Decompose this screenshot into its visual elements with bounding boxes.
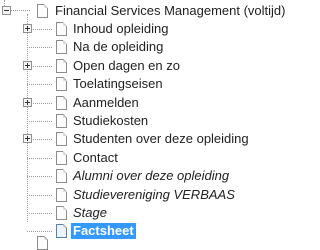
tree-root-label[interactable]: Financial Services Management (voltijd) <box>55 3 285 19</box>
expand-icon[interactable] <box>23 97 32 107</box>
tree-guide-line <box>27 213 52 214</box>
tree-node-label[interactable]: Inhoud opleiding <box>73 21 168 37</box>
page-icon <box>37 236 48 250</box>
tree-node[interactable]: Studenten over deze opleiding <box>0 130 291 148</box>
tree-node-label[interactable]: Na de opleiding <box>73 39 163 55</box>
page-icon <box>56 150 67 165</box>
tree-guide-line <box>27 47 52 49</box>
tree-node[interactable]: Inhoud opleiding <box>0 20 291 38</box>
tree-node[interactable]: Alumni over deze opleiding <box>0 167 291 185</box>
tree-guide-line <box>27 121 52 122</box>
page-tree: Financial Services Management (voltijd) … <box>0 0 291 250</box>
tree-node[interactable]: Contact <box>0 149 291 167</box>
tree-node-partial <box>0 228 291 250</box>
tree-node-label[interactable]: Studiekosten <box>73 113 148 129</box>
page-icon <box>56 206 67 220</box>
page-icon <box>56 58 67 73</box>
page-icon <box>56 114 67 128</box>
page-icon <box>56 40 67 55</box>
tree-node-label[interactable]: Aanmelden <box>73 95 139 111</box>
tree-node[interactable]: Studievereniging VERBAAS <box>0 186 291 204</box>
tree-node-label[interactable]: Alumni over deze opleiding <box>73 168 229 184</box>
page-icon <box>56 77 67 92</box>
tree-node-label[interactable]: Open dagen en zo <box>73 58 180 74</box>
page-icon <box>56 95 67 110</box>
tree-node[interactable]: Studiekosten <box>0 112 291 130</box>
page-icon <box>56 169 67 184</box>
tree-node[interactable]: Na de opleiding <box>0 38 291 56</box>
collapse-icon[interactable] <box>2 6 11 15</box>
tree-guide-line <box>27 157 52 159</box>
tree-node[interactable]: Aanmelden <box>0 94 291 112</box>
tree-node[interactable]: Open dagen en zo <box>0 57 291 75</box>
tree-guide-line <box>27 84 52 86</box>
tree-node-label[interactable]: Studenten over deze opleiding <box>73 131 249 147</box>
page-icon <box>56 22 67 36</box>
page-icon <box>37 4 48 18</box>
tree-guide-line <box>27 176 52 178</box>
tree-node[interactable]: Toelatingseisen <box>0 75 291 93</box>
tree-node-label[interactable]: Toelatingseisen <box>73 76 163 92</box>
tree-node-label[interactable]: Contact <box>73 150 118 166</box>
page-icon <box>56 132 67 147</box>
tree-root-node[interactable]: Financial Services Management (voltijd) <box>0 2 291 20</box>
expand-icon[interactable] <box>23 60 32 70</box>
expand-icon[interactable] <box>23 24 32 33</box>
tree-node-label[interactable]: Stage <box>73 205 107 221</box>
page-icon <box>56 187 67 202</box>
tree-guide-line <box>27 194 52 196</box>
tree-node[interactable]: Stage <box>0 204 291 222</box>
expand-icon[interactable] <box>23 134 32 144</box>
tree-node-label[interactable]: Studievereniging VERBAAS <box>73 187 235 203</box>
